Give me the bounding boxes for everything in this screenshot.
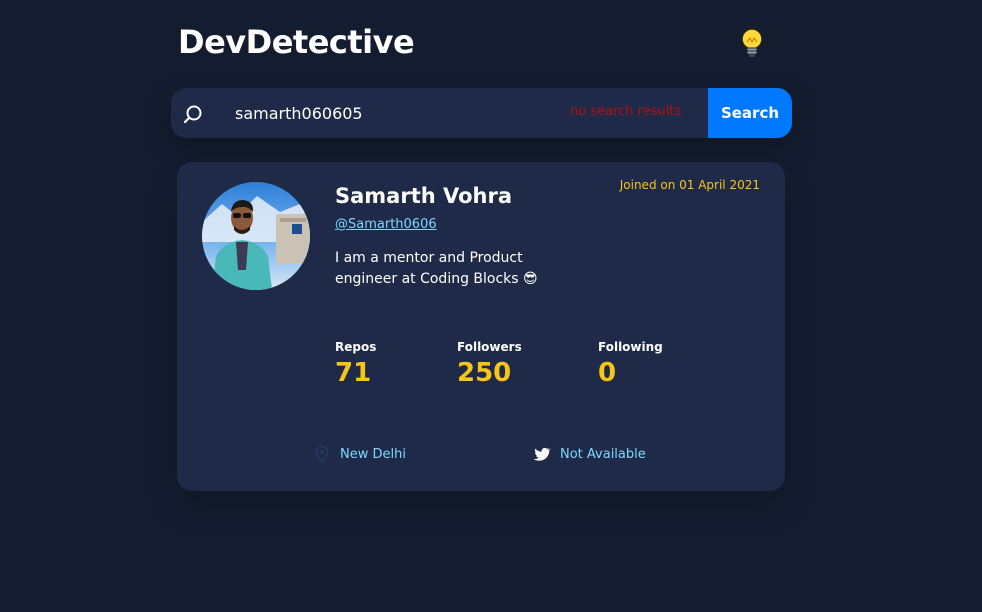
stat-value: 71 [335, 358, 372, 388]
twitter-link[interactable]: Not Available [533, 442, 646, 466]
stat-label: Following [598, 340, 663, 354]
joined-date: Joined on 01 April 2021 [619, 178, 760, 192]
stat-label: Repos [335, 340, 377, 354]
location-icon [313, 445, 331, 463]
profile-links: New Delhi Not Available [313, 442, 733, 466]
header: DevDetective [178, 22, 792, 62]
app-title: DevDetective [178, 23, 415, 61]
profile-bio: I am a mentor and Product engineer at Co… [335, 250, 538, 287]
profile-card: Samarth Vohra Joined on 01 April 2021 @S… [177, 162, 785, 491]
profile-name: Samarth Vohra [335, 184, 513, 208]
stats-panel: Repos 71 Followers 250 Following 0 [335, 340, 735, 400]
avatar [202, 182, 310, 290]
no-results-message: no search results [570, 104, 682, 119]
search-icon [182, 103, 204, 125]
stat-value: 250 [457, 358, 512, 388]
stat-following: Following 0 [598, 340, 663, 388]
location-link: New Delhi [313, 442, 406, 466]
twitter-text: Not Available [560, 446, 646, 462]
stat-repos: Repos 71 [335, 340, 376, 388]
twitter-icon [533, 445, 552, 463]
location-text: New Delhi [340, 446, 406, 462]
stat-label: Followers [457, 340, 522, 354]
search-input[interactable] [229, 98, 559, 128]
search-button[interactable]: Search [708, 88, 792, 138]
profile-username-link[interactable]: @Samarth0606 [335, 217, 437, 232]
lightbulb-icon[interactable] [738, 26, 766, 60]
stat-followers: Followers 250 [457, 340, 522, 388]
stat-value: 0 [598, 358, 617, 388]
search-bar: no search results Search [171, 88, 792, 138]
